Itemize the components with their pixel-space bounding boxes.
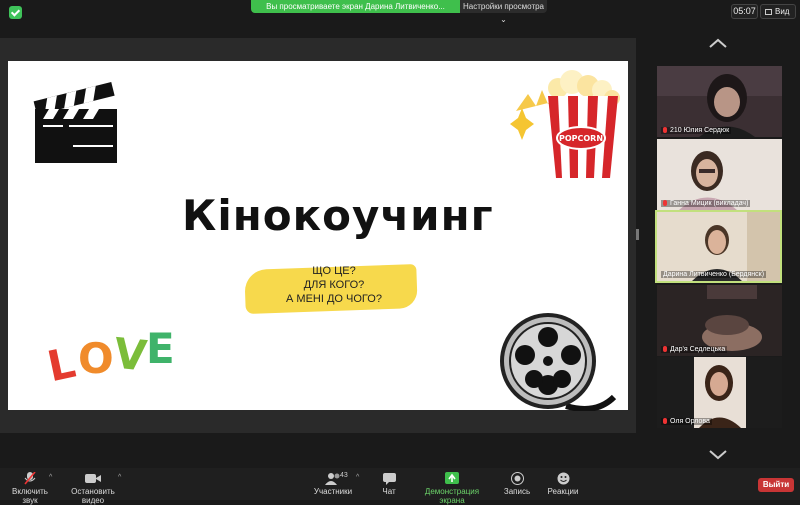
record-icon bbox=[510, 472, 524, 485]
resize-handle[interactable] bbox=[636, 229, 639, 240]
record-label: Запись bbox=[503, 487, 531, 496]
view-options-button[interactable]: Настройки просмотра ⌄ bbox=[460, 0, 547, 24]
unmute-button[interactable]: Включить звук bbox=[4, 468, 56, 505]
participant-tile[interactable]: Ганна Мицик (викладач) bbox=[657, 139, 782, 210]
grid-icon bbox=[765, 9, 772, 15]
participants-icon bbox=[325, 473, 340, 485]
meeting-timer: 05:07 bbox=[731, 4, 758, 19]
clapperboard-icon bbox=[33, 82, 117, 163]
participant-tile[interactable]: 210 Юлия Сердюк bbox=[657, 66, 782, 137]
slide-questions: ЩО ЦЕ? ДЛЯ КОГО? А МЕНІ ДО ЧОГО? bbox=[264, 264, 404, 306]
view-button[interactable]: Вид bbox=[760, 4, 796, 19]
participant-name: Дар'я Седлецька bbox=[661, 346, 728, 353]
chat-label: Чат bbox=[382, 487, 396, 496]
love-letter: L bbox=[43, 337, 80, 392]
record-button[interactable]: Запись bbox=[502, 468, 532, 500]
meeting-toolbar: Включить звук ^ Остановить видео ^ Участ… bbox=[0, 468, 800, 505]
participant-name: Дарина Литвиченко (Бердянск) bbox=[661, 271, 767, 278]
chevron-down-icon: ⌄ bbox=[500, 15, 507, 24]
share-screen-button[interactable]: Демонстрация экрана bbox=[412, 468, 492, 505]
leave-button[interactable]: Выйти bbox=[758, 478, 794, 492]
chevron-up-icon[interactable] bbox=[709, 38, 727, 48]
question-line: А МЕНІ ДО ЧОГО? bbox=[286, 293, 382, 305]
stop-video-button[interactable]: Остановить видео bbox=[62, 468, 124, 505]
audio-options-caret-icon[interactable]: ^ bbox=[49, 474, 52, 481]
slide-title: Кінокоучинг bbox=[182, 191, 494, 240]
video-camera-icon bbox=[85, 474, 101, 483]
film-reel-icon bbox=[500, 313, 617, 411]
participants-options-caret-icon[interactable]: ^ bbox=[356, 474, 359, 481]
muted-mic-icon bbox=[24, 472, 36, 485]
participant-name: Ганна Мицик (викладач) bbox=[661, 200, 751, 207]
share-screen-label: Демонстрация экрана bbox=[424, 487, 480, 505]
chat-icon bbox=[382, 473, 396, 485]
love-letter: E bbox=[146, 324, 175, 373]
love-lettering: L O V E bbox=[43, 324, 198, 391]
question-line: ДЛЯ КОГО? bbox=[303, 279, 365, 291]
participant-tile[interactable]: Дар'я Седлецька bbox=[657, 285, 782, 356]
view-button-label: Вид bbox=[775, 7, 790, 16]
popcorn-label: POPCORN bbox=[559, 134, 603, 143]
participants-count: 43 bbox=[340, 472, 348, 479]
love-letter: V bbox=[111, 328, 149, 381]
participant-name: Оля Орлова bbox=[661, 418, 712, 425]
view-options-label: Настройки просмотра bbox=[462, 2, 544, 11]
top-bar: Вы просматриваете экран Дарина Литвиченк… bbox=[0, 0, 800, 38]
popcorn-icon: POPCORN bbox=[510, 70, 620, 178]
reactions-smiley-icon bbox=[557, 472, 569, 485]
share-screen-icon bbox=[445, 472, 459, 484]
participant-tile-active-speaker[interactable]: Дарина Литвиченко (Бердянск) bbox=[655, 210, 782, 283]
presentation-slide: POPCORN Кінокоучинг ЩО ЦЕ? ДЛЯ КОГО? А М… bbox=[8, 61, 628, 411]
muted-mic-icon bbox=[663, 346, 667, 352]
reactions-label: Реакции bbox=[547, 487, 579, 496]
unmute-label: Включить звук bbox=[12, 487, 48, 505]
muted-mic-icon bbox=[663, 127, 667, 133]
muted-mic-icon bbox=[663, 418, 667, 424]
love-letter: O bbox=[78, 334, 114, 383]
reactions-button[interactable]: Реакции bbox=[546, 468, 580, 500]
security-shield-icon[interactable] bbox=[9, 6, 22, 19]
muted-mic-icon bbox=[663, 200, 667, 206]
participant-name: 210 Юлия Сердюк bbox=[661, 127, 732, 134]
screen-share-notice: Вы просматриваете экран Дарина Литвиченк… bbox=[251, 0, 460, 13]
stop-video-label: Остановить видео bbox=[71, 487, 115, 505]
question-line: ЩО ЦЕ? bbox=[312, 265, 356, 277]
video-options-caret-icon[interactable]: ^ bbox=[118, 474, 121, 481]
chat-button[interactable]: Чат bbox=[376, 468, 402, 500]
participant-tile[interactable]: Оля Орлова bbox=[657, 357, 782, 428]
chevron-down-icon[interactable] bbox=[709, 450, 727, 460]
participants-label: Участники bbox=[313, 487, 353, 496]
